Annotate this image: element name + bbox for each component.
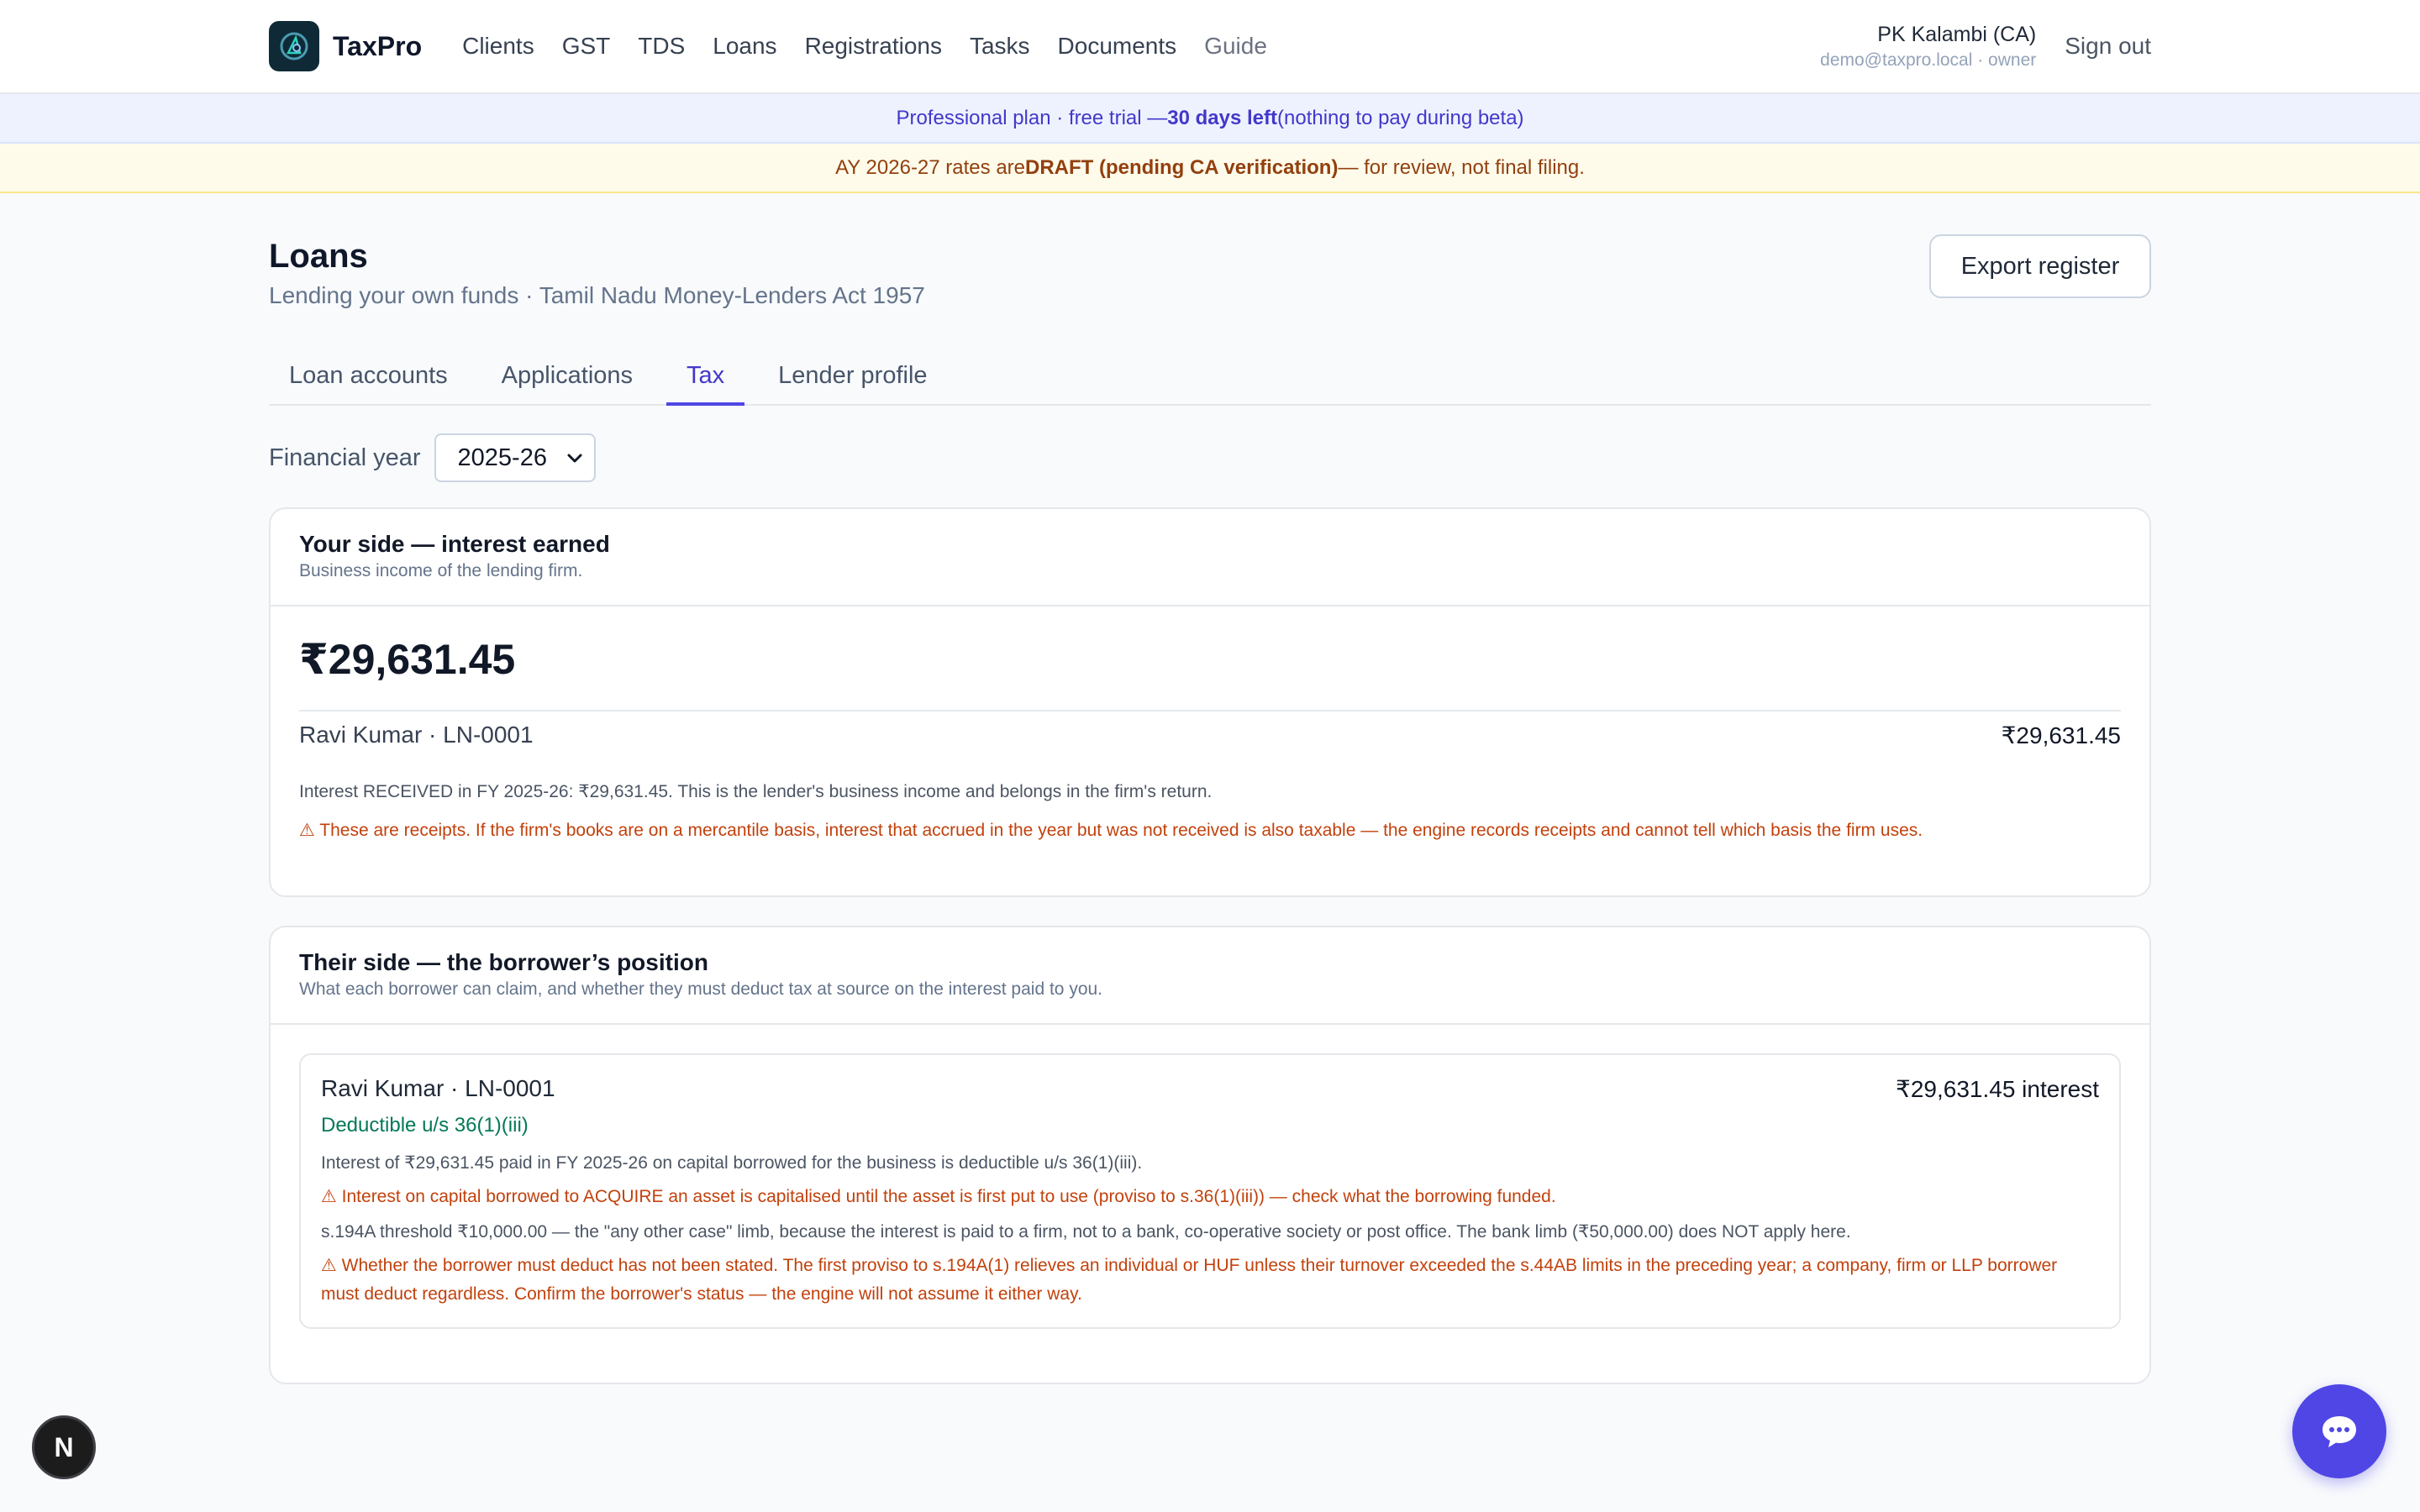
nav-tasks[interactable]: Tasks	[970, 33, 1030, 60]
page-title: Loans	[269, 238, 368, 275]
financial-year-filter: Financial year 2025-26	[269, 433, 596, 483]
nav-registrations[interactable]: Registrations	[805, 33, 942, 60]
chat-button[interactable]	[2292, 1384, 2386, 1478]
brand-name[interactable]: TaxPro	[333, 31, 422, 62]
your-side-title: Your side — interest earned	[299, 531, 610, 557]
nav-gst[interactable]: GST	[562, 33, 611, 60]
page-header: Loans Lending your own funds · Tamil Nad…	[269, 194, 2151, 318]
nav-clients[interactable]: Clients	[462, 33, 534, 60]
nextjs-dev-badge[interactable]: N	[32, 1415, 96, 1479]
draft-banner-prefix: AY 2026-27 rates are	[835, 155, 1026, 179]
your-side-card: Your side — interest earned Business inc…	[269, 507, 2151, 897]
financial-year-value: 2025-26	[457, 444, 547, 471]
deductible-note: Interest of ₹29,631.45 paid in FY 2025-2…	[321, 1153, 1143, 1173]
loan-row-amount: ₹29,631.45	[2001, 722, 2121, 748]
taxpro-logo-icon[interactable]	[269, 21, 319, 71]
nav-documents[interactable]: Documents	[1058, 33, 1177, 60]
user-info: PK Kalambi (CA) demo@taxpro.local · owne…	[1820, 23, 2036, 71]
financial-year-select[interactable]: 2025-26	[434, 433, 596, 482]
tab-tax[interactable]: Tax	[666, 354, 745, 406]
loan-row-name: Ravi Kumar · LN-0001	[299, 722, 534, 748]
top-nav: TaxPro Clients GST TDS Loans Registratio…	[0, 0, 2420, 94]
page-subtitle: Lending your own funds · Tamil Nadu Mone…	[269, 282, 925, 308]
nav-loans[interactable]: Loans	[713, 33, 776, 60]
export-register-button[interactable]: Export register	[1929, 234, 2151, 298]
their-side-header: Their side — the borrower’s position Wha…	[271, 927, 2149, 1025]
nav-guide[interactable]: Guide	[1204, 33, 1267, 60]
main-nav: Clients GST TDS Loans Registrations Task…	[462, 33, 1267, 60]
nav-tds[interactable]: TDS	[638, 33, 685, 60]
chevron-down-icon	[567, 454, 582, 463]
nav-right: PK Kalambi (CA) demo@taxpro.local · owne…	[1820, 23, 2151, 71]
their-side-card: Their side — the borrower’s position Wha…	[269, 926, 2151, 1384]
tab-applications[interactable]: Applications	[481, 354, 653, 406]
user-name: PK Kalambi (CA)	[1877, 22, 2037, 46]
financial-year-label: Financial year	[269, 444, 421, 471]
plan-banner-prefix: Professional plan · free trial —	[896, 106, 1168, 129]
divider	[299, 710, 2121, 711]
borrower-card: Ravi Kumar · LN-0001 ₹29,631.45 interest…	[299, 1053, 2121, 1329]
tab-lender-profile[interactable]: Lender profile	[758, 354, 947, 406]
interest-received-note: Interest RECEIVED in FY 2025-26: ₹29,631…	[299, 782, 1213, 801]
your-side-header: Your side — interest earned Business inc…	[271, 509, 2149, 606]
draft-rates-banner: AY 2026-27 rates are DRAFT (pending CA v…	[0, 144, 2420, 193]
their-side-subtitle: What each borrower can claim, and whethe…	[299, 979, 1103, 999]
their-side-title: Their side — the borrower’s position	[299, 949, 708, 975]
sign-out-button[interactable]: Sign out	[2065, 33, 2151, 60]
user-email-role: demo@taxpro.local · owner	[1820, 50, 2037, 70]
tab-loan-accounts[interactable]: Loan accounts	[269, 354, 468, 406]
main-content: Loans Lending your own funds · Tamil Nad…	[269, 194, 2151, 1384]
draft-banner-suffix: — for review, not final filing.	[1338, 155, 1585, 179]
your-side-subtitle: Business income of the lending firm.	[299, 561, 583, 580]
nav-inner: TaxPro Clients GST TDS Loans Registratio…	[269, 0, 2151, 92]
borrower-name: Ravi Kumar · LN-0001	[321, 1075, 555, 1101]
draft-status: DRAFT (pending CA verification)	[1025, 155, 1339, 179]
capitalisation-warning: ⚠ Interest on capital borrowed to ACQUIR…	[321, 1187, 1556, 1206]
borrower-interest: ₹29,631.45 interest	[1896, 1076, 2099, 1102]
plan-banner: Professional plan · free trial — 30 days…	[0, 94, 2420, 144]
loans-tabs: Loan accounts Applications Tax Lender pr…	[269, 354, 2151, 406]
interest-earned-total: ₹29,631.45	[299, 636, 516, 683]
plan-banner-suffix: (nothing to pay during beta)	[1277, 106, 1524, 129]
receipts-basis-warning: ⚠ These are receipts. If the firm's book…	[299, 821, 1923, 840]
trial-days-left: 30 days left	[1167, 106, 1277, 129]
tds-threshold-note: s.194A threshold ₹10,000.00 — the "any o…	[321, 1222, 1851, 1242]
deductible-status: Deductible u/s 36(1)(iii)	[321, 1114, 529, 1137]
chat-bubble-icon	[2323, 1416, 2356, 1447]
tds-deduction-warning: ⚠ Whether the borrower must deduct has n…	[321, 1256, 2058, 1304]
